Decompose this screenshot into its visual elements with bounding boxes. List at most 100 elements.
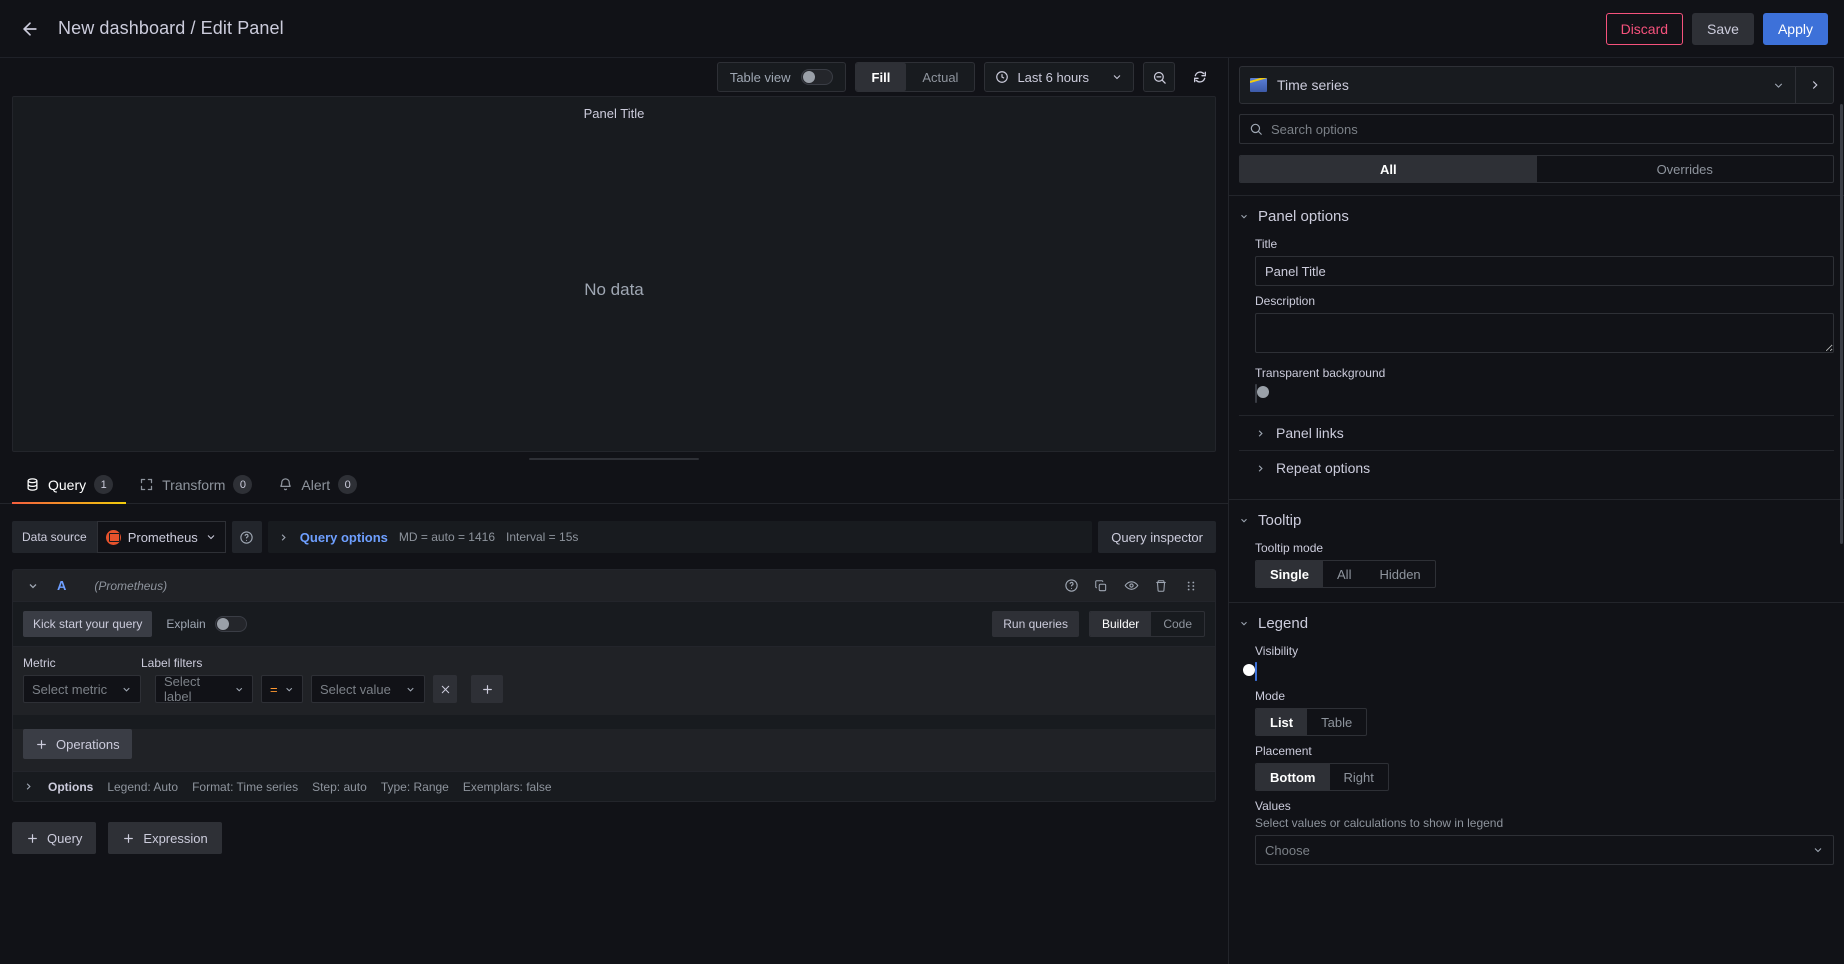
tab-alert[interactable]: Alert 0: [265, 466, 370, 503]
viz-picker-main[interactable]: Time series: [1240, 67, 1795, 103]
explain-switch[interactable]: [214, 616, 247, 632]
tooltip-mode-hidden[interactable]: Hidden: [1365, 561, 1434, 587]
chevron-down-icon: [1241, 621, 1247, 626]
chevron-down-icon[interactable]: [27, 580, 39, 592]
options-scroll: All Overrides Panel options Title Descri…: [1229, 104, 1844, 964]
select-value-dropdown[interactable]: Select value: [311, 675, 425, 703]
no-data-message: No data: [584, 280, 644, 299]
transparent-background-switch[interactable]: [1255, 384, 1269, 403]
select-metric-dropdown[interactable]: Select metric: [23, 675, 141, 703]
chevron-down-icon: [235, 687, 242, 692]
database-icon: [27, 478, 38, 491]
query-row-a: A (Prometheus) Kick start your query Exp…: [12, 569, 1216, 802]
query-ref-id[interactable]: A: [57, 578, 66, 593]
legend-mode-table[interactable]: Table: [1307, 709, 1366, 735]
datasource-picker[interactable]: Prometheus: [96, 521, 226, 553]
query-options-bar[interactable]: Query options MD = auto = 1416 Interval …: [267, 521, 1093, 553]
metric-filters-area: Metric Label filters Select metric Selec…: [13, 646, 1215, 715]
apply-button[interactable]: Apply: [1762, 12, 1828, 45]
tooltip-mode-label: Tooltip mode: [1255, 541, 1324, 555]
select-label-value: Select label: [164, 674, 201, 704]
visualization-toolbar: Table view Fill Actual Last 6 hours: [0, 58, 1228, 96]
all-overrides-tabs: All Overrides: [1239, 155, 1834, 183]
legend-values-select[interactable]: Choose: [1255, 835, 1834, 865]
discard-button[interactable]: Discard: [1605, 12, 1684, 45]
add-query-button[interactable]: Query: [12, 822, 97, 854]
query-options-summary[interactable]: Options Legend: Auto Format: Time series…: [13, 771, 1215, 801]
grafana-edit-panel: New dashboard / Edit Panel Discard Save …: [0, 0, 1844, 964]
field-title: Title: [1239, 229, 1834, 286]
builder-code-group: Builder Code: [1088, 611, 1205, 637]
query-options-link[interactable]: Query options: [300, 530, 388, 545]
code-button[interactable]: Code: [1151, 612, 1204, 636]
drag-handle-icon[interactable]: [1181, 576, 1201, 596]
eye-icon[interactable]: [1121, 576, 1141, 596]
legend-placement-right[interactable]: Right: [1330, 764, 1388, 790]
select-label-dropdown[interactable]: Select label: [155, 674, 253, 704]
chevron-right-icon: [26, 783, 31, 790]
help-circle-icon[interactable]: [1061, 576, 1081, 596]
zoom-out-button[interactable]: [1143, 62, 1175, 92]
run-queries-button[interactable]: Run queries: [992, 611, 1079, 637]
query-row-header: A (Prometheus): [13, 570, 1215, 602]
top-toolbar: New dashboard / Edit Panel Discard Save …: [0, 0, 1844, 58]
title-field-label: Title: [1255, 237, 1278, 251]
breadcrumb[interactable]: New dashboard / Edit Panel: [58, 18, 284, 39]
trash-icon[interactable]: [1151, 576, 1171, 596]
search-options-box[interactable]: [1239, 114, 1834, 144]
legend-placement-label: Placement: [1255, 744, 1312, 758]
repeat-options-row[interactable]: Repeat options: [1239, 450, 1834, 485]
builder-button[interactable]: Builder: [1089, 612, 1152, 636]
panel-links-row[interactable]: Panel links: [1239, 415, 1834, 450]
tab-transform-count: 0: [233, 475, 253, 494]
legend-visibility-switch[interactable]: [1243, 662, 1257, 681]
add-expression-button[interactable]: Expression: [108, 822, 222, 854]
tab-all[interactable]: All: [1240, 156, 1537, 182]
tab-query-count: 1: [94, 475, 114, 494]
horizontal-splitter[interactable]: [0, 452, 1228, 466]
panel-preview-title: Panel Title: [583, 105, 645, 121]
fill-button[interactable]: Fill: [855, 63, 907, 91]
actual-button[interactable]: Actual: [906, 63, 974, 91]
save-button[interactable]: Save: [1692, 12, 1754, 45]
datasource-help-button[interactable]: [231, 521, 262, 553]
back-button[interactable]: [14, 13, 46, 45]
legend-placement-bottom[interactable]: Bottom: [1256, 764, 1330, 790]
operations-button[interactable]: Operations: [23, 729, 132, 759]
viz-picker-toggle-button[interactable]: [1795, 67, 1833, 103]
kick-start-query-button[interactable]: Kick start your query: [23, 611, 153, 637]
duplicate-icon[interactable]: [1091, 576, 1111, 596]
visualization-picker[interactable]: Time series: [1239, 66, 1834, 104]
options-exemplars: Exemplars: false: [462, 779, 552, 794]
time-range-picker[interactable]: Last 6 hours: [984, 62, 1134, 92]
left-pane: Table view Fill Actual Last 6 hours Pane…: [0, 58, 1228, 964]
tab-transform[interactable]: Transform 0: [126, 466, 265, 503]
options-format: Format: Time series: [192, 779, 299, 794]
tab-overrides[interactable]: Overrides: [1537, 156, 1834, 182]
legend-mode-label: Mode: [1255, 689, 1286, 703]
options-scrollbar[interactable]: [1840, 104, 1843, 544]
legend-mode-list[interactable]: List: [1256, 709, 1308, 735]
panel-options-header[interactable]: Panel options: [1239, 206, 1834, 229]
chevron-right-icon: [1258, 464, 1263, 472]
tab-query[interactable]: Query 1: [12, 466, 127, 504]
remove-label-filter-button[interactable]: [433, 675, 457, 703]
panel-description-textarea[interactable]: [1255, 313, 1834, 353]
tooltip-header[interactable]: Tooltip: [1239, 510, 1834, 533]
explain-toggle[interactable]: Explain: [166, 616, 247, 632]
switch-knob: [802, 71, 815, 83]
search-input[interactable]: [1271, 121, 1824, 137]
table-view-switch[interactable]: [800, 69, 833, 85]
add-label-filter-button[interactable]: [471, 675, 503, 703]
plus-icon: [37, 739, 46, 749]
table-view-toggle[interactable]: Table view: [716, 62, 846, 92]
legend-header[interactable]: Legend: [1239, 613, 1834, 636]
refresh-button[interactable]: [1184, 62, 1216, 92]
operator-dropdown[interactable]: =: [261, 675, 303, 703]
legend-mode-group: List Table: [1255, 708, 1368, 736]
panel-title-input[interactable]: [1255, 256, 1834, 286]
tooltip-mode-single[interactable]: Single: [1256, 561, 1324, 587]
field-legend-mode: Mode List Table: [1239, 681, 1834, 736]
query-inspector-button[interactable]: Query inspector: [1098, 521, 1216, 553]
tooltip-mode-all[interactable]: All: [1323, 561, 1365, 587]
